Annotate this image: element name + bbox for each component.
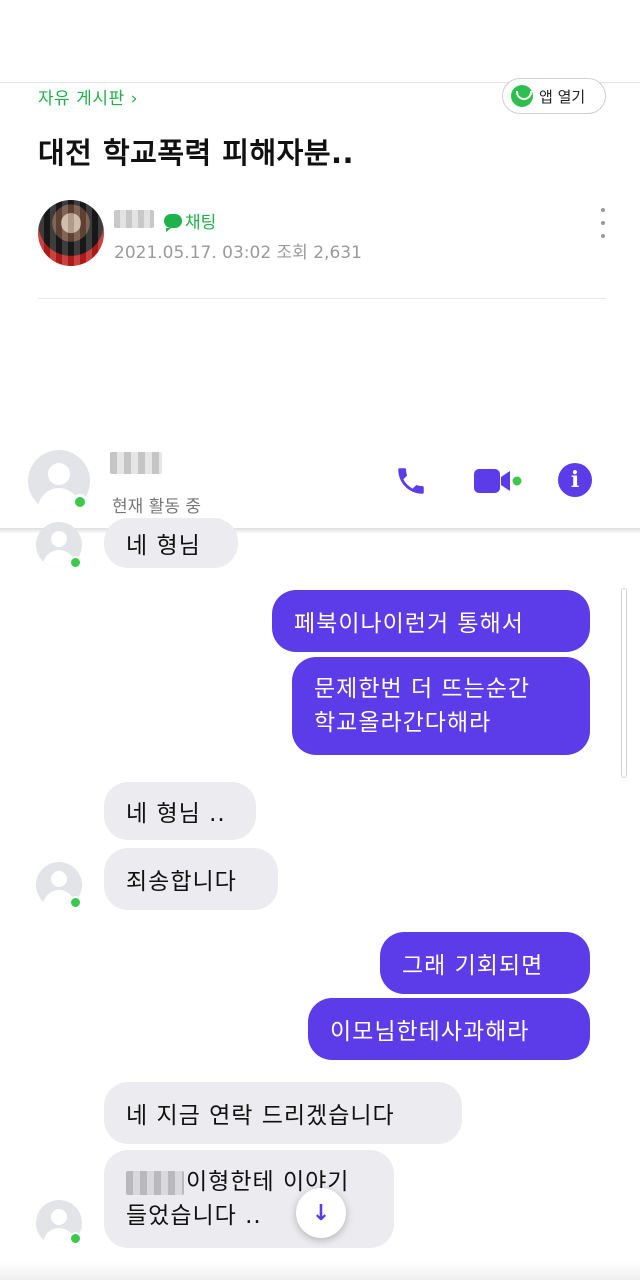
author-name-blurred[interactable] xyxy=(114,210,154,228)
post-title: 대전 학교폭력 피해자분.. xyxy=(38,136,355,170)
divider xyxy=(38,298,606,299)
message-line: 학교올라간다해라 xyxy=(314,710,492,736)
scrollbar[interactable] xyxy=(621,588,627,778)
open-app-label: 앱 열기 xyxy=(539,87,586,106)
contact-name-blurred xyxy=(110,452,162,474)
online-indicator-icon xyxy=(69,896,82,909)
chat-link[interactable]: 채팅 xyxy=(164,208,216,233)
phone-icon[interactable] xyxy=(394,464,428,498)
scroll-to-bottom-button[interactable]: ↓ xyxy=(296,1188,346,1238)
active-status: 현재 활동 중 xyxy=(112,497,202,517)
message-line: 들었습니다 .. xyxy=(126,1203,262,1229)
received-message: 이형한테 이야기 들었습니다 .. xyxy=(104,1150,394,1248)
online-indicator-icon xyxy=(69,556,82,569)
online-indicator-icon xyxy=(72,494,88,510)
bottom-edge xyxy=(0,1262,640,1280)
chevron-right-icon: › xyxy=(130,89,138,109)
header-shadow xyxy=(0,528,640,534)
more-options-icon[interactable] xyxy=(598,208,608,238)
sent-message: 문제한번 더 뜨는순간 학교올라간다해라 xyxy=(292,657,590,755)
message-line: 문제한번 더 뜨는순간 xyxy=(314,676,531,702)
board-breadcrumb-link[interactable]: 자유 게시판 › xyxy=(38,84,138,109)
sent-message: 페북이나이런거 통해서 xyxy=(272,590,590,652)
arrow-down-icon: ↓ xyxy=(311,1200,331,1226)
author-avatar[interactable] xyxy=(38,200,104,266)
chat-bubble-icon xyxy=(164,213,182,232)
received-message: 네 지금 연락 드리겠습니다 xyxy=(104,1082,462,1144)
received-message: 죄송합니다 xyxy=(104,848,278,910)
open-app-button[interactable]: 앱 열기 xyxy=(502,78,606,114)
sent-message: 그래 기회되면 xyxy=(380,932,590,994)
received-message: 네 형님 .. xyxy=(104,782,256,840)
received-message: 네 형님 xyxy=(104,518,238,568)
video-camera-icon[interactable] xyxy=(472,466,522,496)
blurred-name xyxy=(126,1170,184,1195)
green-smile-logo-icon xyxy=(511,85,533,107)
online-indicator-icon xyxy=(69,1232,82,1245)
post-meta: 2021.05.17. 03:02 조회 2,631 xyxy=(114,243,362,263)
chat-link-label: 채팅 xyxy=(185,213,217,233)
board-link-label: 자유 게시판 xyxy=(38,89,125,109)
sent-message: 이모님한테사과해라 xyxy=(308,998,590,1060)
info-icon[interactable]: i xyxy=(558,463,592,497)
